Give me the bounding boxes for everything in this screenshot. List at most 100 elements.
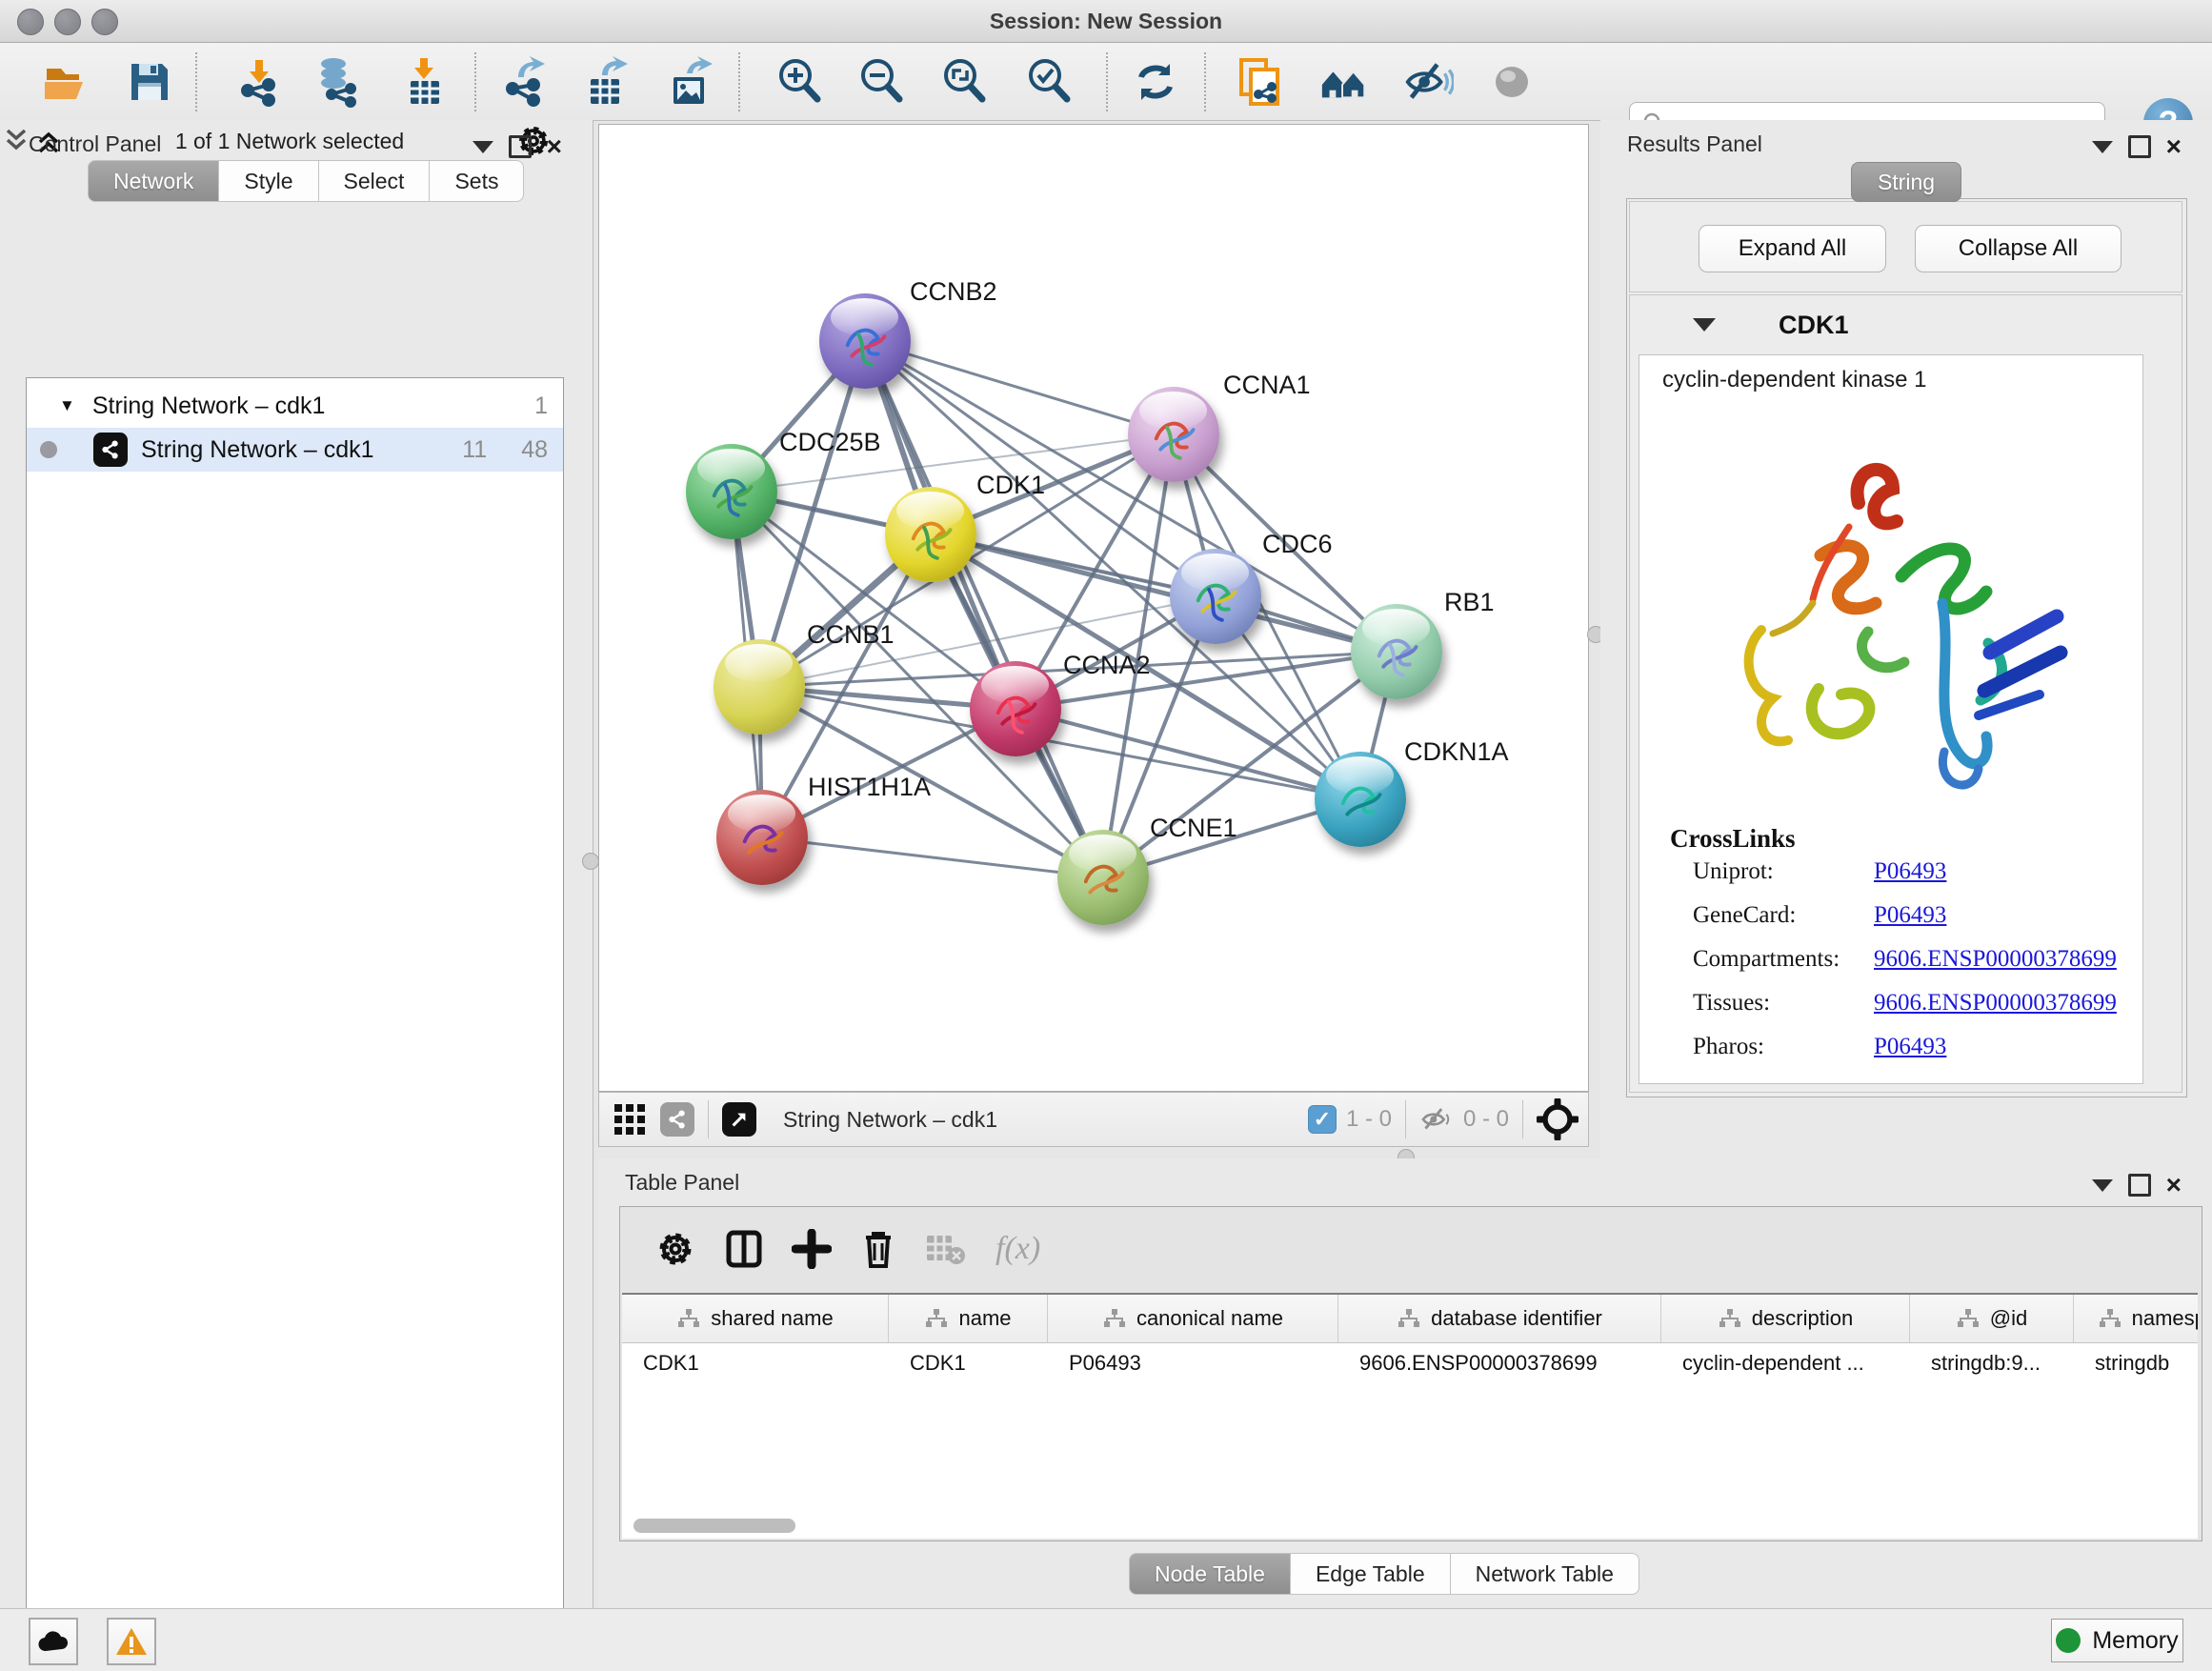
network-node-CCNB2[interactable]	[819, 293, 911, 389]
network-node-CDC6[interactable]	[1170, 549, 1261, 644]
save-session-icon[interactable]	[124, 56, 175, 108]
node-label-CDKN1A: CDKN1A	[1404, 737, 1509, 767]
duplicate-network-icon[interactable]	[1234, 56, 1285, 108]
column-header-canonical-name[interactable]: canonical name	[1048, 1295, 1338, 1342]
string-view-icon[interactable]	[660, 1102, 694, 1137]
memory-button[interactable]: Memory	[2051, 1619, 2183, 1662]
table-cell[interactable]: cyclin-dependent ...	[1661, 1342, 1910, 1384]
export-table-icon[interactable]	[581, 56, 633, 108]
network-node-CDK1[interactable]	[885, 487, 976, 582]
table-cell[interactable]: CDK1	[622, 1342, 889, 1384]
tab-network-table[interactable]: Network Table	[1450, 1553, 1639, 1595]
float-panel-icon[interactable]	[2128, 135, 2151, 158]
column-header-name[interactable]: name	[889, 1295, 1048, 1342]
crosslink-link[interactable]: 9606.ENSP00000378699	[1874, 990, 2117, 1034]
delete-column-icon[interactable]	[860, 1228, 896, 1270]
table-cell[interactable]: 9606.ENSP00000378699	[1338, 1342, 1661, 1384]
birds-eye-view-icon[interactable]	[722, 1102, 756, 1137]
network-node-HIST1H1A[interactable]	[716, 790, 808, 885]
table-options-gear-icon[interactable]	[654, 1228, 696, 1270]
table-cell[interactable]: stringdb:9...	[1910, 1342, 2074, 1384]
network-status-dot-icon	[40, 441, 57, 458]
close-panel-icon[interactable]: ×	[547, 138, 562, 155]
import-network-icon[interactable]	[232, 56, 284, 108]
crosslink-row: Pharos:P06493	[1693, 1034, 2122, 1077]
tab-network[interactable]: Network	[88, 160, 219, 202]
warning-icon[interactable]	[107, 1618, 156, 1665]
show-all-icon[interactable]	[1486, 56, 1538, 108]
network-node-CDKN1A[interactable]	[1315, 752, 1406, 847]
close-panel-icon[interactable]: ×	[2166, 138, 2182, 155]
crosslink-link[interactable]: P06493	[1874, 1034, 1946, 1077]
refresh-icon[interactable]	[1130, 56, 1181, 108]
column-header-shared-name[interactable]: shared name	[622, 1295, 889, 1342]
show-columns-icon[interactable]	[725, 1228, 763, 1270]
cloud-status-icon[interactable]	[29, 1618, 78, 1665]
network-node-CCNA1[interactable]	[1128, 387, 1219, 482]
node-label-CCNA2: CCNA2	[1063, 651, 1151, 680]
delete-table-icon[interactable]	[925, 1230, 967, 1268]
tab-select[interactable]: Select	[318, 160, 431, 202]
network-edge[interactable]	[762, 837, 1103, 877]
open-session-icon[interactable]	[40, 56, 91, 108]
zoom-selected-icon[interactable]	[1024, 56, 1076, 108]
left-splitter-handle[interactable]	[582, 853, 599, 870]
network-node-CCNE1[interactable]	[1057, 830, 1149, 925]
export-network-icon[interactable]	[499, 56, 551, 108]
import-table-icon[interactable]	[399, 56, 451, 108]
crosslink-link[interactable]: P06493	[1874, 858, 1946, 902]
add-column-icon[interactable]	[792, 1229, 832, 1269]
table-row[interactable]: CDK1CDK1P064939606.ENSP00000378699cyclin…	[622, 1342, 2198, 1384]
first-neighbors-icon[interactable]	[1318, 56, 1370, 108]
expand-all-button[interactable]: Expand All	[1699, 225, 1886, 272]
float-panel-icon[interactable]	[2128, 1174, 2151, 1197]
export-image-icon[interactable]	[664, 56, 715, 108]
panel-menu-icon[interactable]	[2092, 1179, 2113, 1192]
selected-checkbox-icon[interactable]: ✓	[1308, 1105, 1337, 1134]
zoom-fit-icon[interactable]	[939, 56, 991, 108]
crosslink-label: Pharos:	[1693, 1034, 1874, 1077]
network-row[interactable]: String Network – cdk1 11 48	[27, 428, 563, 472]
network-node-CDC25B[interactable]	[686, 444, 777, 539]
network-node-CCNA2[interactable]	[970, 661, 1061, 756]
grid-view-icon[interactable]	[613, 1102, 647, 1137]
table-cell[interactable]: stringdb	[2074, 1342, 2198, 1384]
zoom-in-icon[interactable]	[774, 56, 826, 108]
tab-sets[interactable]: Sets	[429, 160, 524, 202]
expand-collapse-row: Expand All Collapse All	[1629, 201, 2182, 292]
network-node-CCNB1[interactable]	[714, 639, 805, 735]
network-edge[interactable]	[865, 341, 1174, 434]
collapse-all-button[interactable]: Collapse All	[1915, 225, 2122, 272]
column-header-namespace[interactable]: namespace	[2074, 1295, 2198, 1342]
section-collapse-icon[interactable]	[1693, 318, 1716, 332]
hide-selected-icon[interactable]	[1402, 56, 1454, 108]
network-node-RB1[interactable]	[1351, 604, 1442, 699]
horizontal-scrollbar[interactable]	[633, 1519, 795, 1533]
node-label-CDC25B: CDC25B	[779, 428, 881, 457]
tab-node-table[interactable]: Node Table	[1129, 1553, 1291, 1595]
network-edge[interactable]	[1016, 709, 1360, 799]
crosslink-link[interactable]: 9606.ENSP00000378699	[1874, 946, 2117, 990]
close-panel-icon[interactable]: ×	[2166, 1177, 2182, 1194]
import-database-icon[interactable]	[312, 56, 364, 108]
tab-style[interactable]: Style	[218, 160, 318, 202]
table-cell[interactable]: P06493	[1048, 1342, 1338, 1384]
tab-edge-table[interactable]: Edge Table	[1290, 1553, 1451, 1595]
panel-menu-icon[interactable]	[473, 141, 493, 153]
column-header-description[interactable]: description	[1661, 1295, 1910, 1342]
table-cell[interactable]: CDK1	[889, 1342, 1048, 1384]
panel-menu-icon[interactable]	[2092, 141, 2113, 153]
network-view-canvas[interactable]: CCNB2CCNA1CDC25BCDK1CDC6RB1CCNB1CCNA2CDK…	[598, 124, 1589, 1092]
zoom-out-icon[interactable]	[856, 56, 908, 108]
fit-selected-icon[interactable]	[1537, 1098, 1579, 1140]
column-header-@id[interactable]: @id	[1910, 1295, 2074, 1342]
gene-section-header[interactable]: CDK1	[1630, 295, 2182, 354]
column-header-database-identifier[interactable]: database identifier	[1338, 1295, 1661, 1342]
tab-string[interactable]: String	[1851, 162, 1961, 202]
network-collection-row[interactable]: ▼ String Network – cdk1 1	[27, 384, 563, 428]
hidden-eye-icon[interactable]	[1419, 1105, 1454, 1134]
float-panel-icon[interactable]	[509, 135, 532, 158]
collapse-all-icon[interactable]	[0, 127, 32, 155]
collection-expander-icon[interactable]: ▼	[59, 396, 75, 415]
crosslink-link[interactable]: P06493	[1874, 902, 1946, 946]
